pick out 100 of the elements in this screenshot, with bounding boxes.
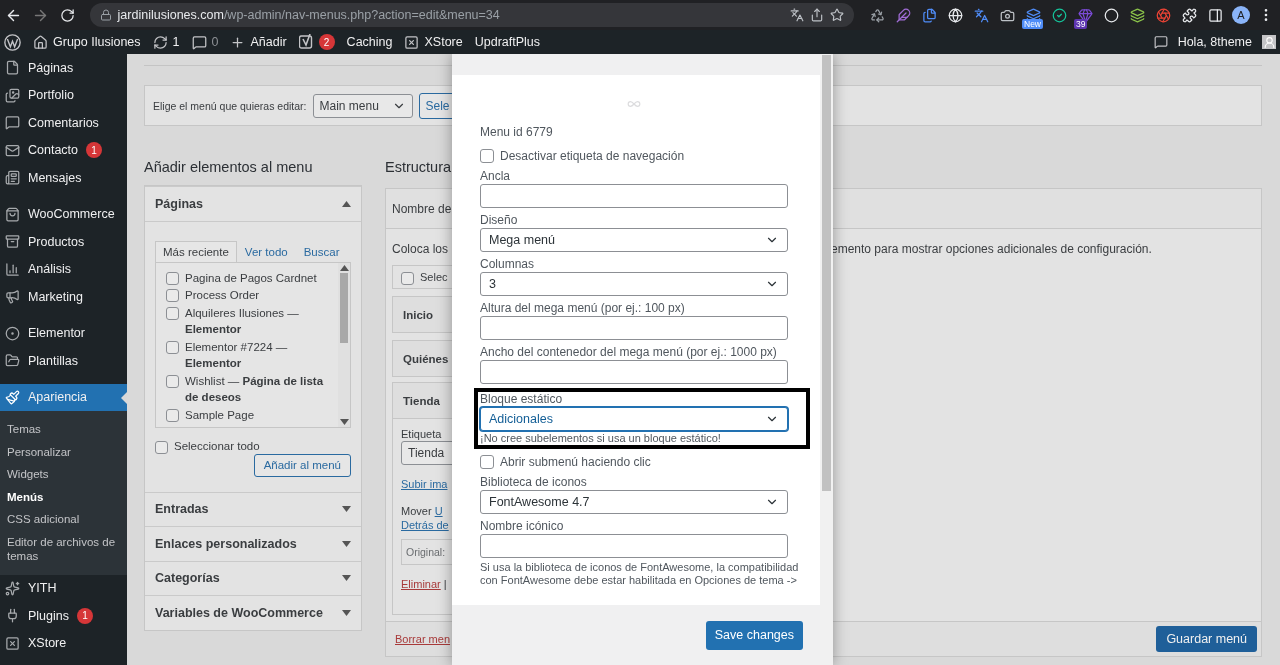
toolbar-link[interactable]: 0 bbox=[211, 35, 219, 49]
tab[interactable]: Más reciente bbox=[155, 240, 237, 262]
section-heading: Estructura bbox=[385, 158, 452, 177]
sidebar-item[interactable]: Marketing bbox=[0, 283, 127, 311]
refresh-icon[interactable] bbox=[152, 34, 168, 50]
submenu-item[interactable]: Editor de archivos de temas bbox=[0, 530, 127, 568]
gem-icon[interactable] bbox=[1077, 7, 1093, 23]
checkbox[interactable] bbox=[166, 289, 179, 302]
sidebar-item[interactable]: Portfolio bbox=[0, 81, 127, 109]
select-field[interactable]: Adicionales bbox=[480, 407, 788, 431]
checkbox[interactable] bbox=[166, 271, 179, 285]
menu-select[interactable]: Main menu bbox=[312, 93, 413, 118]
sidebar-item[interactable]: YITH bbox=[0, 574, 127, 602]
toolbar-link[interactable]: XStore bbox=[424, 35, 463, 49]
upload-link[interactable]: Subir ima bbox=[401, 478, 448, 490]
input-field[interactable] bbox=[480, 316, 788, 340]
accordion-header[interactable]: Categorías bbox=[145, 560, 361, 595]
sidebar-item[interactable]: WooCommerce bbox=[0, 200, 127, 228]
menu-item-title[interactable]: Quiénes bbox=[403, 352, 449, 365]
translate-icon[interactable] bbox=[973, 7, 989, 23]
submenu-item[interactable]: Temas bbox=[0, 418, 127, 441]
check-circle-icon[interactable] bbox=[1051, 7, 1067, 23]
home-icon[interactable] bbox=[33, 34, 48, 50]
move-link[interactable]: U bbox=[434, 505, 443, 517]
checkbox[interactable] bbox=[166, 374, 179, 388]
delete-menu-link[interactable]: Borrar men bbox=[395, 633, 451, 645]
sidebar-item[interactable]: Elementor bbox=[0, 319, 127, 347]
select-field[interactable]: FontAwesome 4.7 bbox=[480, 490, 788, 514]
checkbox[interactable] bbox=[480, 149, 494, 163]
submenu-item[interactable]: CSS adicional bbox=[0, 508, 127, 531]
address-bar[interactable]: jardinilusiones.com/wp-admin/nav-menus.php?action=edit&menu=34 bbox=[89, 3, 854, 27]
submenu-item[interactable]: Menús bbox=[0, 485, 127, 508]
sidebar-item[interactable]: Plantillas bbox=[0, 347, 127, 375]
scrollbar[interactable] bbox=[338, 262, 350, 427]
tab[interactable]: Ver todo bbox=[236, 240, 296, 262]
recycle-icon[interactable] bbox=[869, 7, 885, 23]
checkbox[interactable] bbox=[166, 340, 179, 354]
sidebar-item[interactable]: Productos bbox=[0, 228, 127, 256]
input-field[interactable] bbox=[480, 534, 788, 558]
feather-icon[interactable] bbox=[895, 7, 911, 23]
checkbox[interactable] bbox=[166, 306, 179, 320]
toolbar-link[interactable]: UpdraftPlus bbox=[474, 35, 540, 49]
toolbar-link[interactable]: 1 bbox=[172, 35, 180, 49]
files-icon[interactable] bbox=[921, 7, 937, 23]
page-label: Elementor #7224 — Elementor bbox=[185, 339, 289, 371]
remove-link[interactable]: Eliminar bbox=[401, 578, 441, 590]
sidebar-item[interactable]: Contacto 1 bbox=[0, 136, 127, 164]
submenu-item[interactable]: Personalizar bbox=[0, 440, 127, 463]
checkbox[interactable] bbox=[155, 440, 168, 454]
accordion-header[interactable]: Páginas bbox=[145, 186, 361, 221]
page-label: Process Order bbox=[185, 288, 260, 303]
save-menu-button[interactable]: Guardar menú bbox=[1156, 626, 1257, 652]
input-field[interactable] bbox=[480, 360, 788, 384]
reload-icon[interactable] bbox=[59, 7, 75, 23]
sidebar-item[interactable]: Mensajes bbox=[0, 164, 127, 192]
aperture-icon[interactable] bbox=[1155, 7, 1171, 23]
input-field[interactable] bbox=[480, 184, 788, 208]
camera-icon[interactable] bbox=[999, 7, 1015, 23]
toolbar-link[interactable]: Grupo Ilusiones bbox=[53, 35, 141, 49]
sidebar-item[interactable]: Comentarios bbox=[0, 109, 127, 137]
speech-bubble-icon[interactable] bbox=[191, 34, 207, 50]
accordion-header[interactable]: Variables de WooCommerce bbox=[145, 595, 361, 630]
plus-icon[interactable] bbox=[230, 34, 246, 50]
field-label: Nombre de bbox=[392, 201, 452, 216]
logo-icon[interactable] bbox=[4, 33, 21, 51]
save-button[interactable]: Save changes bbox=[705, 620, 803, 650]
x-square-icon[interactable] bbox=[404, 34, 420, 50]
tab[interactable]: Buscar bbox=[295, 240, 348, 262]
submenu-item[interactable]: Widgets bbox=[0, 463, 127, 486]
menu-item-title[interactable]: Tienda bbox=[403, 394, 440, 407]
accordion-header[interactable]: Enlaces personalizados bbox=[145, 526, 361, 561]
speech-bubble-icon[interactable] bbox=[1153, 35, 1168, 49]
puzzle-icon[interactable] bbox=[1181, 7, 1197, 23]
select-field[interactable]: 3 bbox=[480, 272, 788, 296]
circle-icon[interactable] bbox=[1103, 7, 1119, 23]
greeting-link[interactable]: Hola, 8theme bbox=[1177, 35, 1252, 49]
megaphone-icon bbox=[5, 289, 20, 305]
sidebar-item[interactable]: Páginas bbox=[0, 54, 127, 82]
checkbox[interactable] bbox=[166, 408, 179, 422]
count-badge: 1 bbox=[86, 142, 103, 159]
select-field[interactable]: Mega menú bbox=[480, 228, 788, 252]
move-link[interactable]: Detrás de bbox=[401, 519, 449, 531]
toolbar-link[interactable]: Caching bbox=[346, 35, 393, 49]
sidebar-item[interactable]: XStore bbox=[0, 629, 127, 657]
menu-item-title[interactable]: Inicio bbox=[403, 308, 434, 321]
add-to-menu-button[interactable]: Añadir al menú bbox=[253, 453, 351, 477]
checkbox[interactable] bbox=[480, 455, 494, 469]
accordion-header[interactable]: Entradas bbox=[145, 491, 361, 526]
sidebar-item[interactable]: Análisis bbox=[0, 255, 127, 283]
profile-avatar[interactable]: A bbox=[1232, 6, 1250, 24]
side-panel-icon[interactable] bbox=[1207, 7, 1223, 23]
layers-icon[interactable] bbox=[1129, 7, 1145, 23]
paintbrush-icon bbox=[5, 389, 20, 405]
globe-icon[interactable] bbox=[947, 7, 963, 23]
scrollbar[interactable] bbox=[820, 54, 833, 665]
yoast-icon[interactable] bbox=[298, 34, 314, 50]
sidebar-item[interactable]: Apariencia bbox=[0, 383, 127, 411]
sidebar-item[interactable]: Plugins 1 bbox=[0, 602, 127, 630]
checkbox[interactable] bbox=[401, 272, 414, 285]
toolbar-link[interactable]: Añadir bbox=[250, 35, 287, 49]
